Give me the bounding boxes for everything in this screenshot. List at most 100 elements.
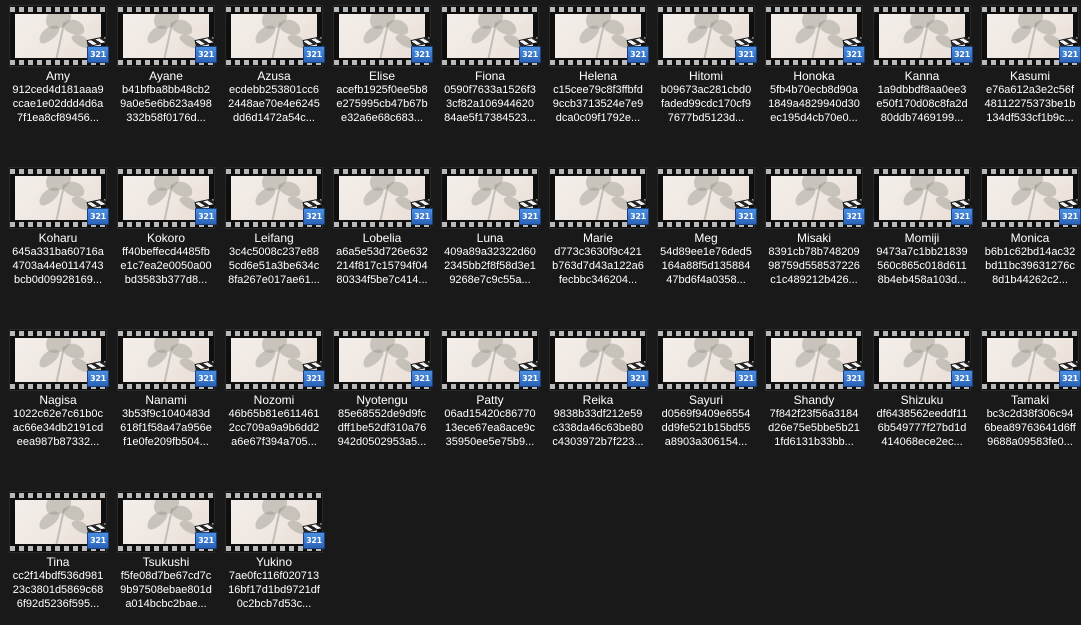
file-item-meg[interactable]: 321 Meg 54d89ee1e76ded5164a88f5d13588447… [656,162,757,312]
film-perforation-top [982,331,1078,336]
badge-text: 321 [519,46,541,63]
file-item-luna[interactable]: 321 Luna 409a89a32322d602345bb2f8f58d3e1… [440,162,541,312]
file-hash: df6438562eeddf116b549777f27bd1d414068ece… [876,408,968,448]
file-item-elise[interactable]: 321 Elise acefb1925f0ee5b8e275995cb47b67… [332,0,433,150]
file-hash: 645a331ba60716a4703a44e0114743bcb0d09928… [12,246,104,286]
file-name: Hitomi [688,69,723,83]
file-item-kokoro[interactable]: 321 Kokoro ff40beffecd4485fbe1c7ea2e0050… [116,162,217,312]
file-hash: 1a9dbbdf8aa0ee3e50f170d08c8fa2d80ddb7469… [876,84,968,124]
file-item-nanami[interactable]: 321 Nanami 3b53f9c1040483d618f1f58a47a95… [116,324,217,474]
media-player-classic-icon: 321 [734,35,757,63]
film-perforation-top [10,493,106,498]
file-name: Tsukushi [142,555,190,569]
film-perforation-top [226,331,322,336]
film-perforation-top [118,331,214,336]
film-perforation-top [874,169,970,174]
file-item-tamaki[interactable]: 321 Tamaki bc3c2d38f306c946bea89763641d6… [980,324,1081,474]
badge-text: 321 [627,46,649,63]
file-item-reika[interactable]: 321 Reika 9838b33df212e59c338da46c63be80… [548,324,649,474]
file-name: Marie [582,231,613,245]
file-item-hitomi[interactable]: 321 Hitomi b09673ac281cbd0faded99cdc170c… [656,0,757,150]
media-player-classic-icon: 321 [842,35,865,63]
file-name: Patty [476,393,504,407]
file-item-marie[interactable]: 321 Marie d773c3630f9c421b763d7d43a122a6… [548,162,649,312]
media-player-classic-icon: 321 [86,521,109,549]
file-name: Reika [582,393,614,407]
file-hash: a6a5e53d726e632214f817c15794f0480334f5be… [336,246,428,286]
file-name: Nanami [145,393,187,407]
file-hash: 9473a7c1bb21839560c865c018d6118b4eb458a1… [876,246,968,286]
file-item-patty[interactable]: 321 Patty 06ad15420c8677013ece67ea8ace9c… [440,324,541,474]
badge-text: 321 [411,46,433,63]
media-player-classic-icon: 321 [950,197,973,225]
badge-text: 321 [843,370,865,387]
media-player-classic-icon: 321 [842,197,865,225]
file-item-azusa[interactable]: 321 Azusa ecdebb253801cc62448ae70e4e6245… [224,0,325,150]
media-player-classic-icon: 321 [626,197,649,225]
file-item-fiona[interactable]: 321 Fiona 0590f7633a1526f33cf82a10694462… [440,0,541,150]
badge-text: 321 [411,208,433,225]
film-perforation-top [442,7,538,12]
badge-text: 321 [735,208,757,225]
media-player-classic-icon: 321 [302,521,325,549]
file-item-nyotengu[interactable]: 321 Nyotengu 85e68552de9d9fcdff1be52df31… [332,324,433,474]
film-perforation-top [550,331,646,336]
file-item-yukino[interactable]: 321 Yukino 7ae0fc116f02071316bf17d1bd972… [224,486,325,625]
film-perforation-top [658,7,754,12]
film-perforation-top [226,169,322,174]
file-item-tsukushi[interactable]: 321 Tsukushi f5fe08d7be67cd7c9b97508ebae… [116,486,217,625]
file-item-leifang[interactable]: 321 Leifang 3c4c5008c237e885cd6e51a3be63… [224,162,325,312]
badge-text: 321 [303,46,325,63]
file-item-nagisa[interactable]: 321 Nagisa 1022c62e7c61b0cac66e34db2191c… [8,324,109,474]
file-item-honoka[interactable]: 321 Honoka 5fb4b70ecb8d90a1849a4829940d3… [764,0,865,150]
file-hash: d773c3630f9c421b763d7d43a122a6fecbbc3462… [552,246,644,286]
file-item-koharu[interactable]: 321 Koharu 645a331ba60716a4703a44e011474… [8,162,109,312]
badge-text: 321 [951,46,973,63]
file-hash: 409a89a32322d602345bb2f8f58d3e19268e7c9c… [444,246,536,286]
file-item-nozomi[interactable]: 321 Nozomi 46b65b81e6114612cc709a9a9b6dd… [224,324,325,474]
film-perforation-top [334,331,430,336]
file-item-shandy[interactable]: 321 Shandy 7f842f23f56a3184d26e75e5bbe5b… [764,324,865,474]
badge-text: 321 [519,370,541,387]
file-item-tina[interactable]: 321 Tina cc2f14bdf536d98123c3801d5869c68… [8,486,109,625]
file-hash: e76a612a3e2c56f48112275373be1b134df533cf… [984,84,1076,124]
file-hash: 8391cb78b74820998759d558537226c1c489212b… [768,246,860,286]
media-player-classic-icon: 321 [518,359,541,387]
file-hash: 54d89ee1e76ded5164a88f5d13588447bd6f4a03… [660,246,752,286]
file-hash: 7ae0fc116f02071316bf17d1bd9721df0c2bcb7d… [228,570,320,610]
badge-text: 321 [195,370,217,387]
file-hash: 0590f7633a1526f33cf82a10694462084ae5f173… [444,84,536,124]
file-name: Amy [46,69,70,83]
film-perforation-top [442,331,538,336]
file-name: Shizuku [900,393,944,407]
film-perforation-top [442,169,538,174]
badge-text: 321 [735,46,757,63]
film-perforation-top [982,169,1078,174]
file-item-helena[interactable]: 321 Helena c15cee79c8f3ffbfd9ccb3713524e… [548,0,649,150]
badge-text: 321 [627,370,649,387]
film-perforation-top [658,331,754,336]
file-item-monica[interactable]: 321 Monica b6b1c62bd14ac32bd11bc39631276… [980,162,1081,312]
media-player-classic-icon: 321 [1058,35,1081,63]
media-player-classic-icon: 321 [194,359,217,387]
media-player-classic-icon: 321 [518,35,541,63]
file-name: Nyotengu [356,393,408,407]
file-item-kanna[interactable]: 321 Kanna 1a9dbbdf8aa0ee3e50f170d08c8fa2… [872,0,973,150]
file-hash: b41bfba8bb48cb29a0e5e6b623a498332b58f017… [120,84,212,124]
file-item-misaki[interactable]: 321 Misaki 8391cb78b74820998759d55853722… [764,162,865,312]
file-hash: ecdebb253801cc62448ae70e4e6245dd6d1472a5… [228,84,320,124]
file-item-ayane[interactable]: 321 Ayane b41bfba8bb48cb29a0e5e6b623a498… [116,0,217,150]
file-item-kasumi[interactable]: 321 Kasumi e76a612a3e2c56f48112275373be1… [980,0,1081,150]
media-player-classic-icon: 321 [842,359,865,387]
film-perforation-top [658,169,754,174]
file-item-shizuku[interactable]: 321 Shizuku df6438562eeddf116b549777f27b… [872,324,973,474]
file-item-sayuri[interactable]: 321 Sayuri d0569f9409e6554dd9fe521b15bd5… [656,324,757,474]
file-hash: 7f842f23f56a3184d26e75e5bbe5b211fd6131b3… [768,408,860,448]
file-item-momiji[interactable]: 321 Momiji 9473a7c1bb21839560c865c018d61… [872,162,973,312]
file-item-amy[interactable]: 321 Amy 912ced4d181aaa9ccae1e02ddd4d6a7f… [8,0,109,150]
media-player-classic-icon: 321 [950,35,973,63]
film-perforation-top [10,169,106,174]
file-item-lobelia[interactable]: 321 Lobelia a6a5e53d726e632214f817c15794… [332,162,433,312]
badge-text: 321 [303,208,325,225]
badge-text: 321 [843,46,865,63]
